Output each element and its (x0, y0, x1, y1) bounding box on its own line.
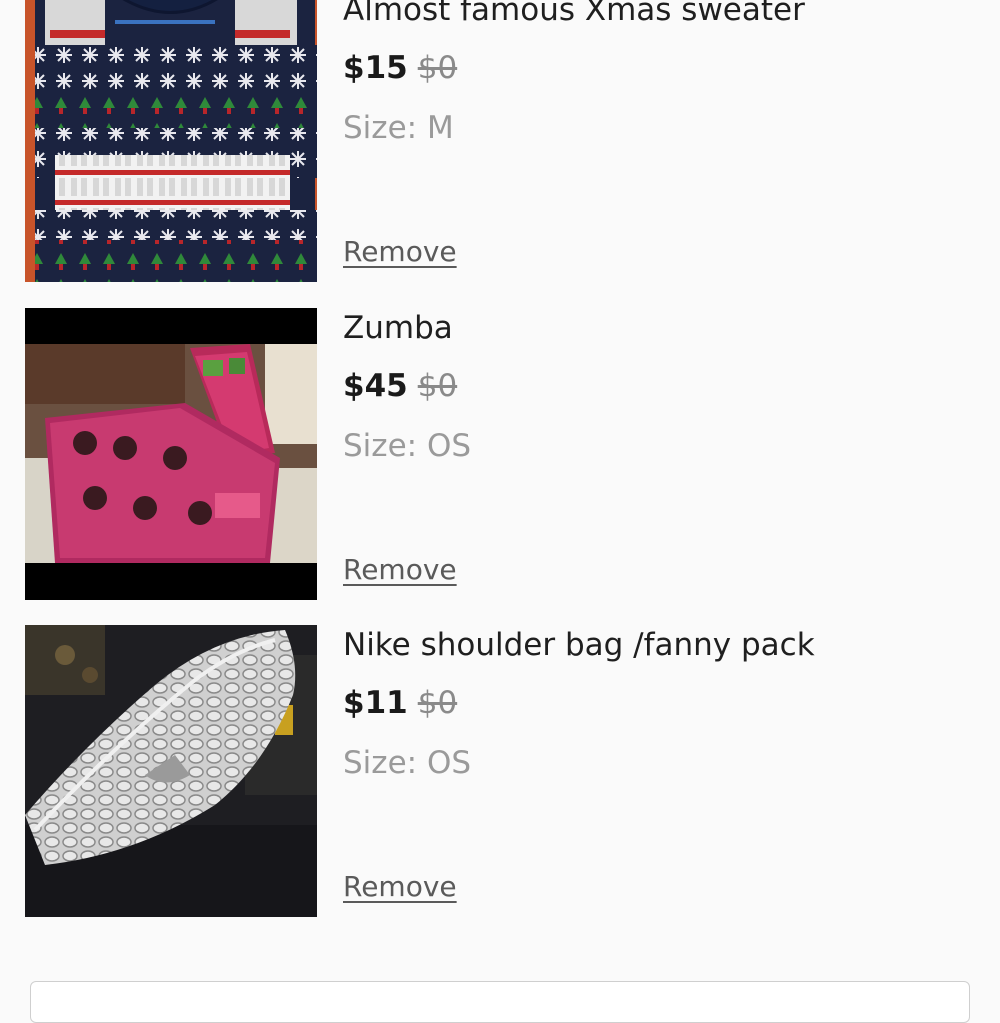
price-row: $11 $0 (343, 683, 457, 723)
size-value: OS (426, 428, 472, 464)
size-row: Size: OS (343, 426, 471, 466)
price-row: $15 $0 (343, 48, 457, 88)
size-label: Size: (343, 428, 418, 464)
product-info: Nike shoulder bag /fanny pack $11 $0 Size… (343, 625, 963, 917)
product-info: Almost famous Xmas sweater $15 $0 Size: M… (343, 0, 963, 282)
list-item: Zumba $45 $0 Size: OS Remove (25, 308, 975, 600)
price: $45 (343, 368, 408, 404)
price: $11 (343, 685, 408, 721)
size-row: Size: OS (343, 743, 471, 783)
bottom-panel (30, 981, 970, 1023)
size-label: Size: (343, 745, 418, 781)
product-info: Zumba $45 $0 Size: OS Remove (343, 308, 963, 600)
remove-link[interactable]: Remove (343, 869, 457, 905)
size-label: Size: (343, 110, 418, 146)
product-title[interactable]: Almost famous Xmas sweater (343, 0, 805, 30)
nike-bag-image (25, 625, 317, 917)
product-title[interactable]: Nike shoulder bag /fanny pack (343, 625, 815, 665)
product-image-zumba[interactable] (25, 308, 317, 600)
remove-link[interactable]: Remove (343, 234, 457, 270)
list-item: Nike shoulder bag /fanny pack $11 $0 Size… (25, 625, 975, 917)
price: $15 (343, 50, 408, 86)
size-row: Size: M (343, 108, 454, 148)
remove-link[interactable]: Remove (343, 552, 457, 588)
product-image-xmas-sweater[interactable] (25, 0, 317, 282)
sweater-image (25, 0, 317, 282)
zumba-image (25, 308, 317, 600)
list-item: Almost famous Xmas sweater $15 $0 Size: M… (25, 0, 975, 282)
price-row: $45 $0 (343, 366, 457, 406)
original-price: $0 (417, 685, 458, 721)
original-price: $0 (417, 368, 458, 404)
product-image-nike-bag[interactable] (25, 625, 317, 917)
product-title[interactable]: Zumba (343, 308, 453, 348)
original-price: $0 (417, 50, 458, 86)
size-value: OS (426, 745, 472, 781)
size-value: M (426, 110, 454, 146)
